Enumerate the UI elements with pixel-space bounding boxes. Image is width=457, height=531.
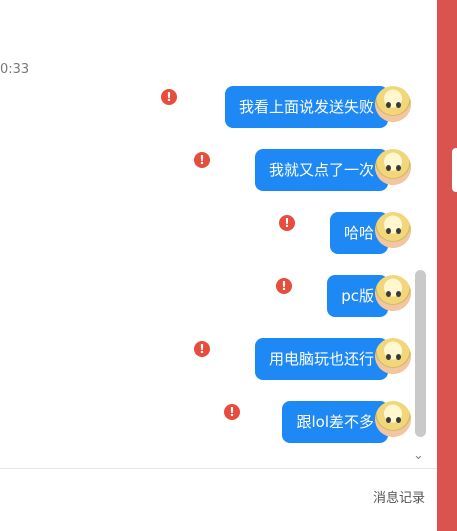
message-bubble[interactable]: 我就又点了一次 bbox=[254, 149, 396, 191]
side-tab[interactable] bbox=[452, 148, 457, 192]
message-bubble[interactable]: 跟lol差不多 bbox=[282, 401, 395, 443]
bottom-bar bbox=[0, 469, 437, 531]
avatar[interactable] bbox=[375, 86, 411, 122]
message-row: 用电脑玩也还行 bbox=[254, 338, 396, 380]
error-icon[interactable]: ! bbox=[194, 152, 210, 168]
message-row: 我就又点了一次 bbox=[254, 149, 396, 191]
message-row: 跟lol差不多 bbox=[282, 401, 395, 443]
avatar[interactable] bbox=[375, 401, 411, 437]
error-icon[interactable]: ! bbox=[161, 89, 177, 105]
message-row: 我看上面说发送失败 bbox=[224, 86, 396, 128]
avatar[interactable] bbox=[375, 338, 411, 374]
error-icon[interactable]: ! bbox=[194, 341, 210, 357]
chat-area: 0:33 我看上面说发送失败 ! 我就又点了一次 ! 哈哈 ! pc版 ! 用电… bbox=[0, 0, 437, 468]
scroll-down-icon[interactable]: ⌄ bbox=[413, 449, 424, 462]
error-icon[interactable]: ! bbox=[276, 278, 292, 294]
avatar[interactable] bbox=[375, 212, 411, 248]
error-icon[interactable]: ! bbox=[279, 215, 295, 231]
side-panel bbox=[437, 0, 457, 531]
avatar[interactable] bbox=[375, 275, 411, 311]
message-timestamp: 0:33 bbox=[0, 62, 30, 77]
scrollbar-thumb[interactable] bbox=[415, 270, 426, 437]
message-bubble[interactable]: 用电脑玩也还行 bbox=[254, 338, 396, 380]
avatar[interactable] bbox=[375, 149, 411, 185]
message-history-button[interactable]: 消息记录 bbox=[373, 487, 425, 506]
error-icon[interactable]: ! bbox=[224, 404, 240, 420]
message-bubble[interactable]: 我看上面说发送失败 bbox=[224, 86, 396, 128]
